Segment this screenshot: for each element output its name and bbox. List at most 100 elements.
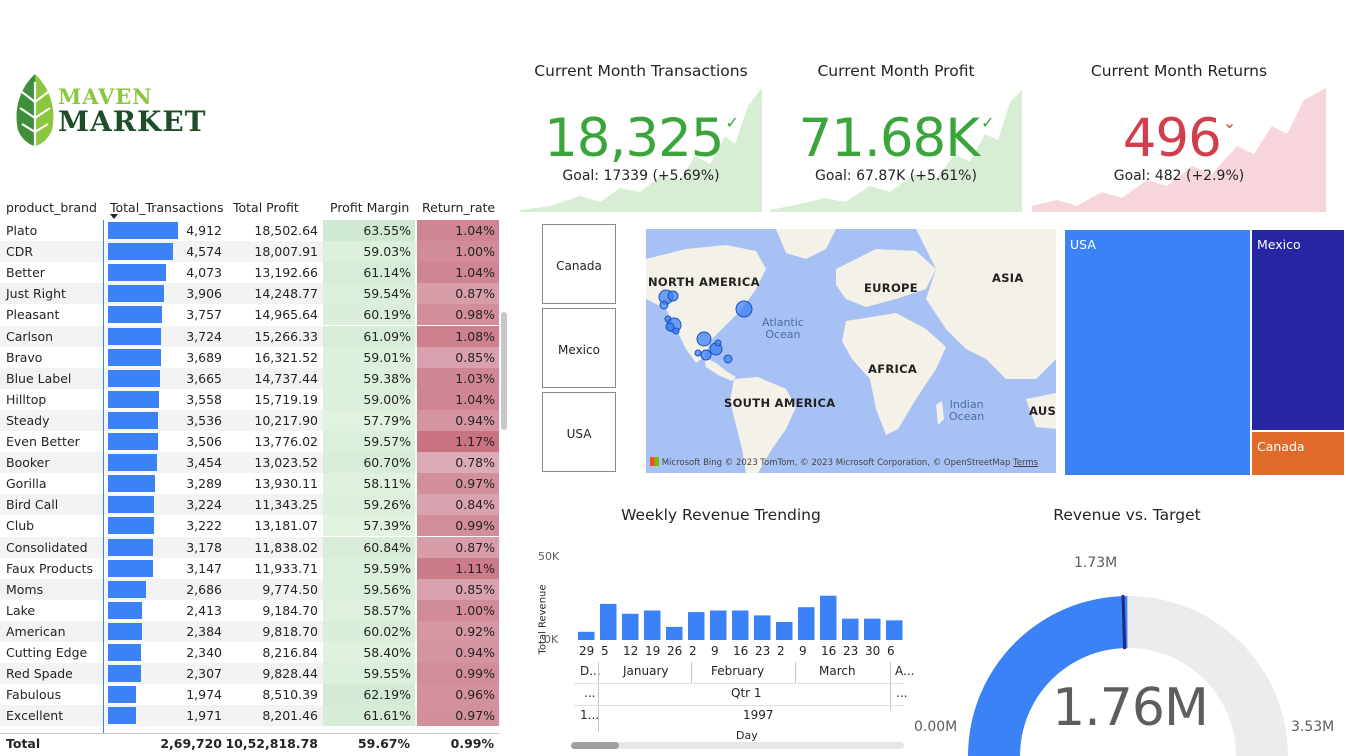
cell-return-rate: 0.92% xyxy=(417,620,499,642)
slicer-mexico[interactable]: Mexico xyxy=(542,308,616,388)
cell-margin: 61.61% xyxy=(323,705,415,727)
table-row[interactable]: Fabulous 1,974 8,510.39 62.19% 0.96% xyxy=(0,684,500,706)
table-row[interactable]: CDR 4,574 18,007.91 59.03% 1.00% xyxy=(0,241,500,263)
table-row[interactable]: Excellent 1,971 8,201.46 61.61% 0.97% xyxy=(0,705,500,727)
cell-margin: 60.84% xyxy=(323,536,415,558)
kpi-card-returns[interactable]: Current Month Returns 496 ⌄ Goal: 482 (+2… xyxy=(1032,56,1326,212)
revenue-bar[interactable] xyxy=(754,615,771,640)
cell-transactions: 3,222 xyxy=(186,518,222,534)
table-row[interactable]: Cutting Edge 2,340 8,216.84 58.40% 0.94% xyxy=(0,642,500,663)
cell-brand: Gorilla xyxy=(6,476,47,492)
table-row[interactable]: Just Right 3,906 14,248.77 59.54% 0.87% xyxy=(0,283,500,305)
cell-transactions: 3,536 xyxy=(186,412,222,428)
chart-scrollbar[interactable] xyxy=(571,742,904,749)
revenue-bar[interactable] xyxy=(798,607,815,640)
cell-return-rate: 1.03% xyxy=(417,367,499,389)
header-return-rate[interactable]: Return_rate xyxy=(422,200,495,215)
table-row[interactable]: Steady 3,536 10,217.90 57.79% 0.94% xyxy=(0,409,500,431)
weekly-revenue-title: Weekly Revenue Trending xyxy=(621,506,821,524)
transactions-bar xyxy=(108,707,136,725)
revenue-bar[interactable] xyxy=(776,621,793,640)
cell-margin: 59.00% xyxy=(323,388,415,410)
revenue-bar[interactable] xyxy=(732,610,749,640)
table-row[interactable]: Moms 2,686 9,774.50 59.56% 0.85% xyxy=(0,578,500,600)
table-row[interactable]: Gorilla 3,289 13,930.11 58.11% 0.97% xyxy=(0,473,500,495)
cell-profit: 9,828.44 xyxy=(262,666,318,682)
table-row[interactable]: Blue Label 3,665 14,737.44 59.38% 1.03% xyxy=(0,367,500,389)
cell-profit: 16,321.52 xyxy=(254,349,318,365)
table-row[interactable]: Faux Products 3,147 11,933.71 59.59% 1.11% xyxy=(0,557,500,579)
total-profit: 10,52,818.78 xyxy=(225,736,318,751)
map-terms-link[interactable]: Terms xyxy=(1013,458,1038,468)
header-profit[interactable]: Total Profit xyxy=(233,200,299,215)
revenue-bar[interactable] xyxy=(842,618,859,640)
revenue-bar[interactable] xyxy=(600,603,617,640)
revenue-bar[interactable] xyxy=(578,631,595,640)
revenue-bar[interactable] xyxy=(710,610,727,640)
table-row[interactable]: Plato 4,912 18,502.64 63.55% 1.04% xyxy=(0,220,500,241)
x-axis-label: Day xyxy=(736,729,758,742)
kpi-card-transactions[interactable]: Current Month Transactions 18,325 ✓ Goal:… xyxy=(520,56,762,212)
table-row[interactable]: Carlson 3,724 15,266.33 61.09% 1.08% xyxy=(0,325,500,347)
cell-return-rate: 0.97% xyxy=(417,473,499,495)
cell-return-rate: 0.85% xyxy=(417,578,499,600)
transactions-bar xyxy=(108,496,154,514)
table-row[interactable]: Bird Call 3,224 11,343.25 59.26% 0.84% xyxy=(0,494,500,516)
cell-brand: Bird Call xyxy=(6,497,59,513)
revenue-bar[interactable] xyxy=(666,626,683,640)
table-row[interactable]: Consolidated 3,178 11,838.02 60.84% 0.87% xyxy=(0,536,500,558)
table-row[interactable]: Bravo 3,689 16,321.52 59.01% 0.85% xyxy=(0,346,500,368)
weekly-revenue-chart[interactable]: Total Revenue 50K 0K 29 5 12 19 26 2 9 16 23 2 9 16… xyxy=(518,540,914,756)
cell-transactions: 4,912 xyxy=(186,223,222,238)
chart-scroll-thumb[interactable] xyxy=(571,742,619,749)
cell-return-rate: 1.00% xyxy=(417,241,499,263)
revenue-bar[interactable] xyxy=(644,610,661,640)
bing-logo-text: Microsoft Bing xyxy=(661,458,723,468)
header-margin[interactable]: Profit Margin xyxy=(330,200,409,215)
cell-return-rate: 1.11% xyxy=(417,557,499,579)
table-row[interactable]: Hilltop 3,558 15,719.19 59.00% 1.04% xyxy=(0,388,500,410)
treemap-usa[interactable]: USA xyxy=(1065,230,1250,475)
transactions-bar xyxy=(108,580,146,598)
cell-return-rate: 0.94% xyxy=(417,409,499,431)
cell-margin: 60.70% xyxy=(323,452,415,474)
kpi-title: Current Month Transactions xyxy=(534,62,748,80)
treemap-mexico[interactable]: Mexico xyxy=(1252,230,1344,430)
kpi-goal: Goal: 17339 (+5.69%) xyxy=(562,168,720,184)
table-row[interactable]: Booker 3,454 13,023.52 60.70% 0.78% xyxy=(0,452,500,474)
treemap-canada[interactable]: Canada xyxy=(1252,432,1344,475)
table-row[interactable]: Lake 2,413 9,184.70 58.57% 1.00% xyxy=(0,599,500,621)
cell-transactions: 3,724 xyxy=(186,328,222,344)
table-row[interactable]: Better 4,073 13,192.66 61.14% 1.04% xyxy=(0,262,500,284)
table-row[interactable]: Pleasant 3,757 14,965.64 60.19% 0.98% xyxy=(0,304,500,326)
revenue-bar[interactable] xyxy=(622,613,639,640)
table-scrollbar[interactable] xyxy=(501,312,507,430)
revenue-bar[interactable] xyxy=(820,595,837,640)
revenue-gauge[interactable]: 1.73M 1.76M 0.00M 3.53M xyxy=(914,550,1346,756)
cell-margin: 59.56% xyxy=(323,578,415,600)
table-row[interactable]: Even Better 3,506 13,776.02 59.57% 1.17% xyxy=(0,431,500,452)
header-transactions[interactable]: Total_Transactions xyxy=(110,200,223,215)
revenue-bar[interactable] xyxy=(688,612,705,640)
cell-profit: 18,502.64 xyxy=(254,223,318,238)
total-transactions: 2,69,720 xyxy=(160,736,222,751)
maven-market-logo: MAVEN MARKET xyxy=(14,72,234,150)
transactions-bar xyxy=(108,348,161,366)
chevron-down-icon: ⌄ xyxy=(1222,113,1236,132)
header-brand[interactable]: product_brand xyxy=(6,200,97,215)
cell-profit: 14,965.64 xyxy=(254,307,318,323)
day-tick: 16 xyxy=(733,644,749,658)
table-row[interactable]: Red Spade 2,307 9,828.44 59.55% 0.99% xyxy=(0,663,500,685)
store-map[interactable]: NORTH AMERICA EUROPE ASIA AFRICA SOUTH A… xyxy=(646,229,1056,473)
day-tick: 26 xyxy=(667,644,683,658)
slicer-canada[interactable]: Canada xyxy=(542,224,616,304)
cell-return-rate: 0.98% xyxy=(417,304,499,326)
table-row[interactable]: Club 3,222 13,181.07 57.39% 0.99% xyxy=(0,515,500,537)
kpi-card-profit[interactable]: Current Month Profit 71.68K ✓ Goal: 67.87… xyxy=(770,56,1022,212)
slicer-usa[interactable]: USA xyxy=(542,392,616,472)
revenue-bar[interactable] xyxy=(886,620,903,640)
cell-profit: 9,818.70 xyxy=(262,623,318,639)
revenue-bar[interactable] xyxy=(864,618,881,640)
leaf-logo-icon xyxy=(16,74,54,146)
table-row[interactable]: American 2,384 9,818.70 60.02% 0.92% xyxy=(0,620,500,642)
